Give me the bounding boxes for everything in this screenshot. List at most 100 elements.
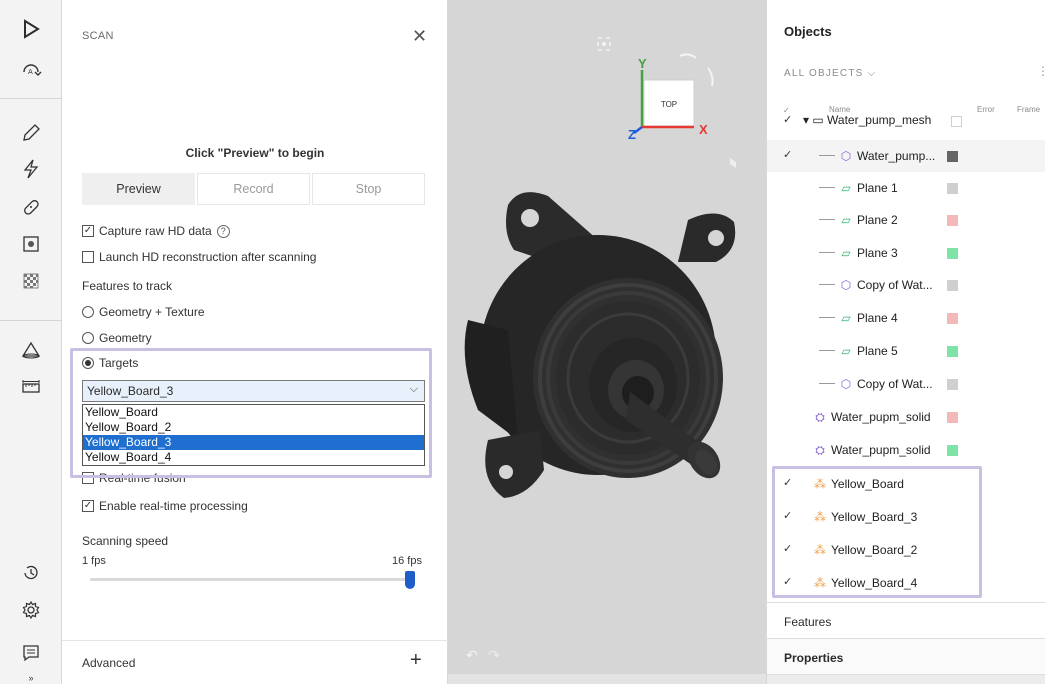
color-swatch[interactable] xyxy=(947,183,958,194)
left-toolbar: A » xyxy=(0,0,62,684)
pencil-icon[interactable] xyxy=(18,120,44,146)
help-icon[interactable]: ? xyxy=(216,224,230,238)
objects-title: Objects xyxy=(784,24,832,39)
mesh-icon: ⬡ xyxy=(840,278,852,292)
tree-row[interactable]: ✓ ⬡ Water_pump... xyxy=(767,140,1045,172)
ruler-icon[interactable] xyxy=(18,374,44,400)
undo-icon[interactable]: ↶ xyxy=(466,648,478,664)
launch-hd-option[interactable]: Launch HD reconstruction after scanning xyxy=(82,250,316,264)
tree-row[interactable]: ▱ Plane 5 xyxy=(767,335,1045,367)
objects-panel: Objects ALL OBJECTS ⌵ ⋮ ✓ Name Error Fra… xyxy=(766,0,1045,684)
tree-row[interactable]: ▱ Plane 1 xyxy=(767,172,1045,204)
plus-icon[interactable]: + xyxy=(410,649,422,672)
geometry-radio[interactable] xyxy=(82,332,94,344)
tree-row[interactable]: ▱ Plane 4 xyxy=(767,302,1045,334)
visible-check[interactable]: ✓ xyxy=(783,148,792,161)
view-cube[interactable]: TOP xyxy=(643,79,695,127)
play-icon[interactable] xyxy=(18,16,44,42)
more-icon[interactable]: ⋮ xyxy=(1037,64,1045,78)
perspective-icon[interactable] xyxy=(730,158,736,168)
preview-button[interactable]: Preview xyxy=(82,173,195,205)
plane-icon: ▱ xyxy=(841,246,851,260)
visible-check[interactable]: ✓ xyxy=(783,113,792,126)
row-name: ▱ Plane 3 xyxy=(839,246,897,260)
advanced-row[interactable]: Advanced + xyxy=(62,640,448,684)
speed-label: Scanning speed xyxy=(82,534,169,548)
capture-raw-checkbox[interactable]: ✓ xyxy=(82,225,94,237)
targets-highlight xyxy=(70,348,432,478)
gear-icon[interactable] xyxy=(18,597,44,623)
tree-row[interactable]: ▱ Plane 3 xyxy=(767,237,1045,269)
color-swatch[interactable] xyxy=(947,412,958,423)
objects-filter[interactable]: ALL OBJECTS ⌵ xyxy=(784,68,876,79)
stop-button[interactable]: Stop xyxy=(312,173,425,205)
frame-icon[interactable] xyxy=(597,37,611,51)
features-label: Features to track xyxy=(82,279,173,293)
color-swatch[interactable] xyxy=(947,445,958,456)
features-section-label: Features xyxy=(784,615,832,629)
redo-icon[interactable]: ↷ xyxy=(488,648,500,664)
launch-hd-checkbox[interactable] xyxy=(82,251,94,263)
water-pump-model[interactable] xyxy=(464,192,736,498)
features-section[interactable]: Features xyxy=(767,602,1045,640)
color-swatch[interactable] xyxy=(947,280,958,291)
tree-row-mesh[interactable]: ✓ ▾ ▭ Water_pump_mesh xyxy=(767,110,1045,132)
geometry-texture-label: Geometry + Texture xyxy=(99,305,205,319)
row-name: ⬡ Copy of Wat... xyxy=(840,377,933,391)
color-swatch[interactable] xyxy=(947,313,958,324)
close-icon[interactable]: ✕ xyxy=(412,26,427,47)
row-name: ⬡ Water_pump... xyxy=(840,149,936,163)
tree-row[interactable]: ⛭ Water_pupm_solid xyxy=(767,401,1045,433)
realtime-processing-checkbox[interactable]: ✓ xyxy=(82,500,94,512)
geometry-option[interactable]: Geometry xyxy=(82,331,152,345)
checker-icon[interactable] xyxy=(18,268,44,294)
color-swatch[interactable] xyxy=(947,151,958,162)
advanced-label: Advanced xyxy=(82,656,136,670)
row-name: ▱ Plane 2 xyxy=(839,213,897,227)
cone-icon[interactable] xyxy=(18,337,44,363)
capture-raw-option[interactable]: ✓ Capture raw HD data ? xyxy=(82,224,230,238)
tree-row[interactable]: ⬡ Copy of Wat... xyxy=(767,269,1045,301)
plane-icon: ▱ xyxy=(841,344,851,358)
geometry-texture-radio[interactable] xyxy=(82,306,94,318)
feedback-icon[interactable] xyxy=(18,640,44,666)
objects-bottom-bar xyxy=(767,674,1045,684)
capture-raw-label: Capture raw HD data xyxy=(99,224,212,238)
y-axis-label: Y xyxy=(638,56,647,71)
history-icon[interactable] xyxy=(18,560,44,586)
solid-icon: ⛭ xyxy=(815,410,825,424)
geometry-label: Geometry xyxy=(99,331,152,345)
speed-slider-thumb[interactable] xyxy=(405,571,415,589)
lightning-icon[interactable] xyxy=(18,156,44,182)
auto-align-icon[interactable]: A xyxy=(18,58,44,84)
svg-text:A: A xyxy=(28,68,33,76)
row-name: ⛭ Water_pupm_solid xyxy=(813,443,930,458)
color-swatch[interactable] xyxy=(947,346,958,357)
geometry-texture-option[interactable]: Geometry + Texture xyxy=(82,305,205,319)
3d-viewport[interactable]: TOP Y X Z ↶ ↷ xyxy=(448,0,766,684)
color-swatch[interactable] xyxy=(947,215,958,226)
preview-hint: Click "Preview" to begin xyxy=(185,146,325,160)
cube-face-label: TOP xyxy=(661,100,677,109)
scan-panel: SCAN ✕ Click "Preview" to begin Preview … xyxy=(62,0,448,684)
realtime-processing-option[interactable]: ✓ Enable real-time processing xyxy=(82,499,248,513)
tree-row[interactable]: ⬡ Copy of Wat... xyxy=(767,368,1045,400)
plane-icon: ▱ xyxy=(841,311,851,325)
tree-row[interactable]: ▱ Plane 2 xyxy=(767,204,1045,236)
color-swatch[interactable] xyxy=(951,116,962,127)
bandage-icon[interactable] xyxy=(18,194,44,220)
scan-title: SCAN xyxy=(82,30,114,42)
color-swatch[interactable] xyxy=(947,379,958,390)
mesh-icon: ⬡ xyxy=(840,149,852,163)
record-button[interactable]: Record xyxy=(197,173,310,205)
mesh-icon: ⬡ xyxy=(840,377,852,391)
speed-max: 16 fps xyxy=(392,555,422,567)
speed-slider-track[interactable] xyxy=(90,578,410,581)
properties-section[interactable]: Properties xyxy=(767,638,1045,676)
texture-icon[interactable] xyxy=(18,231,44,257)
expand-icon[interactable]: » xyxy=(18,672,44,684)
color-swatch[interactable] xyxy=(947,248,958,259)
row-name: ▱ Plane 4 xyxy=(839,311,897,325)
tree-row[interactable]: ⛭ Water_pupm_solid xyxy=(767,434,1045,466)
plane-icon: ▱ xyxy=(841,213,851,227)
